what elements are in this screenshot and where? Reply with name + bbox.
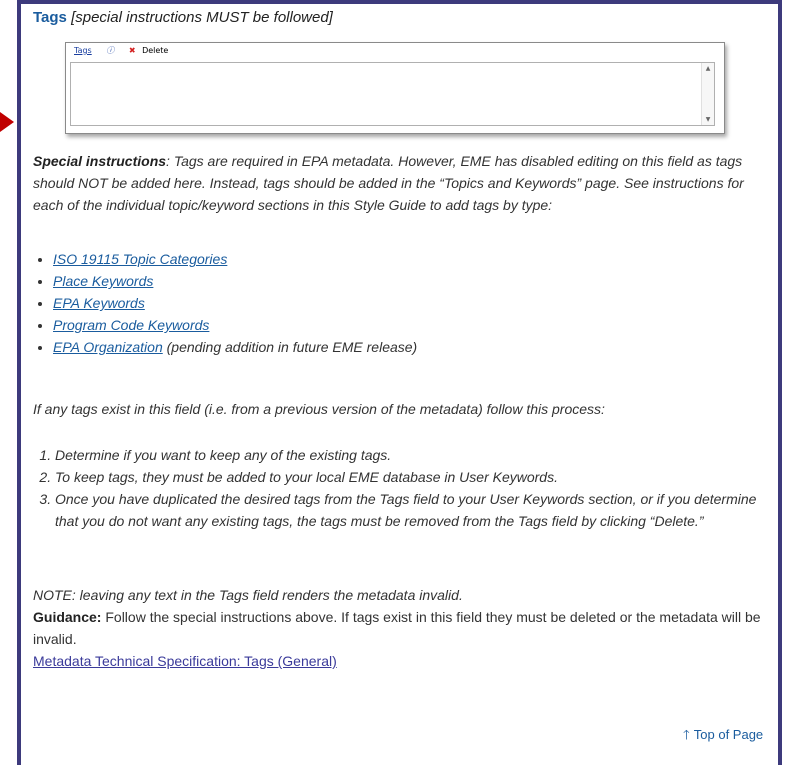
link-epa-keywords[interactable]: EPA Keywords — [53, 295, 145, 311]
link-place-keywords[interactable]: Place Keywords — [53, 273, 153, 289]
pointer-arrow-icon — [0, 112, 14, 132]
pending-note: (pending addition in future EME release) — [162, 339, 418, 355]
top-of-page-label: Top of Page — [693, 727, 764, 742]
list-item: ISO 19115 Topic Categories — [53, 248, 417, 270]
link-iso-topic-categories[interactable]: ISO 19115 Topic Categories — [53, 251, 227, 267]
arrow-up-icon: 🡑 — [683, 727, 690, 742]
process-intro: If any tags exist in this field (i.e. fr… — [33, 401, 605, 417]
section-title: Tags — [33, 9, 67, 26]
tags-textarea[interactable]: ▲ ▼ — [70, 62, 715, 126]
special-instructions-label: Special instructions — [33, 153, 167, 169]
note-text: NOTE: leaving any text in the Tags field… — [33, 587, 463, 603]
step-item: To keep tags, they must be added to your… — [55, 466, 777, 488]
section-note: [special instructions MUST be followed] — [71, 9, 333, 26]
step-item: Once you have duplicated the desired tag… — [55, 488, 777, 532]
info-icon[interactable]: ⓘ — [106, 46, 114, 55]
scroll-up-icon[interactable]: ▲ — [702, 65, 714, 72]
list-item: EPA Organization (pending addition in fu… — [53, 336, 417, 358]
content-area: Tags [special instructions MUST be follo… — [33, 4, 773, 742]
top-of-page-link[interactable]: 🡑 Top of Page — [683, 726, 763, 748]
guidance: Guidance: Follow the special instruction… — [33, 606, 768, 650]
keyword-links-list: ISO 19115 Topic Categories Place Keyword… — [33, 248, 417, 358]
link-program-code-keywords[interactable]: Program Code Keywords — [53, 317, 209, 333]
step-item: Determine if you want to keep any of the… — [55, 444, 777, 466]
tags-tab[interactable]: Tags — [74, 46, 92, 55]
link-epa-organization[interactable]: EPA Organization — [53, 339, 163, 355]
spec-link[interactable]: Metadata Technical Specification: Tags (… — [33, 650, 337, 672]
scroll-down-icon[interactable]: ▼ — [702, 116, 714, 123]
list-item: EPA Keywords — [53, 292, 417, 314]
guidance-text: Follow the special instructions above. I… — [33, 609, 761, 647]
special-instructions: Special instructions: Tags are required … — [33, 150, 778, 216]
process-steps: Determine if you want to keep any of the… — [33, 444, 777, 532]
tags-form-screenshot: Tags ⓘ ✖ Delete ▲ ▼ — [65, 42, 725, 134]
x-icon[interactable]: ✖ — [129, 46, 136, 55]
content-frame: Tags [special instructions MUST be follo… — [17, 0, 782, 765]
guidance-label: Guidance: — [33, 609, 102, 625]
form-toolbar: Tags ⓘ ✖ Delete — [66, 43, 724, 59]
list-item: Place Keywords — [53, 270, 417, 292]
list-item: Program Code Keywords — [53, 314, 417, 336]
section-heading: Tags [special instructions MUST be follo… — [33, 8, 773, 28]
delete-button[interactable]: Delete — [142, 46, 168, 55]
scrollbar[interactable]: ▲ ▼ — [701, 63, 714, 125]
